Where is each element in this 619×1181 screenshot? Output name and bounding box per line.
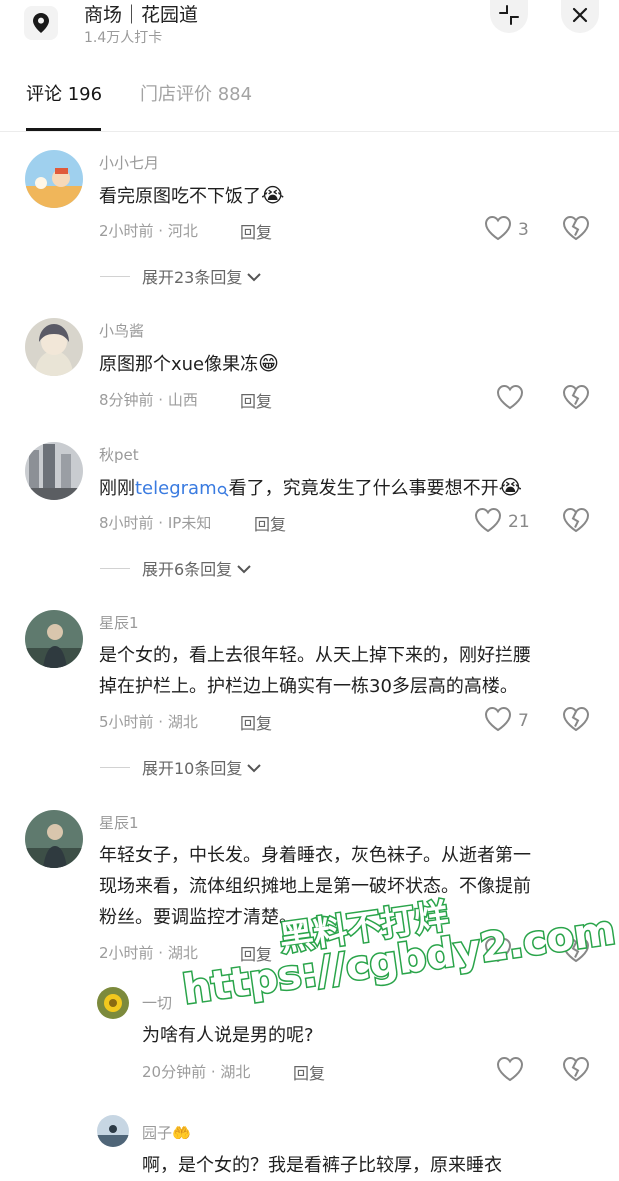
location-pin-icon[interactable] — [24, 6, 58, 40]
reply-username[interactable]: 一切 — [142, 992, 172, 1013]
avatar[interactable] — [25, 318, 83, 376]
like-button[interactable] — [496, 1056, 524, 1086]
comment-username[interactable]: 小小七月 — [99, 152, 159, 173]
like-button[interactable]: 21 — [474, 507, 530, 537]
tab-bar: 评论 196 门店评价 884 — [0, 68, 619, 132]
chevron-down-icon — [246, 758, 262, 777]
comment-item: 星辰1 是个女的，看上去很年轻。从天上掉下来的，刚好拦腰 掉在护栏上。护栏边上确… — [0, 608, 619, 788]
dislike-button[interactable] — [561, 1056, 591, 1086]
comment-text: 是个女的，看上去很年轻。从天上掉下来的，刚好拦腰 掉在护栏上。护栏边上确实有一栋… — [99, 645, 531, 697]
broken-heart-icon — [562, 1056, 590, 1086]
comment-username[interactable]: 小鸟酱 — [99, 320, 144, 341]
broken-heart-icon — [562, 215, 590, 245]
collapse-icon — [498, 4, 520, 30]
search-link-telegram[interactable]: telegram — [135, 478, 217, 499]
comment-username[interactable]: 秋pet — [99, 444, 139, 465]
search-icon[interactable] — [217, 476, 229, 507]
expand-replies-button[interactable]: 展开23条回复 — [100, 264, 262, 288]
crying-emoji: 😭 — [498, 475, 522, 499]
like-button[interactable]: 7 — [484, 706, 529, 736]
comment-time-location: 5小时前 · 湖北 — [99, 713, 198, 731]
like-count: 3 — [518, 220, 529, 240]
like-button[interactable]: 3 — [484, 215, 529, 245]
dislike-button[interactable] — [561, 215, 591, 245]
reply-item: 一切 为啥有人说是男的呢? 20分钟前 · 湖北 回复 — [0, 986, 619, 1096]
grinning-emoji: 😁 — [258, 351, 279, 375]
crying-emoji: 😭 — [261, 183, 285, 207]
broken-heart-icon — [562, 384, 590, 414]
avatar[interactable] — [25, 610, 83, 668]
chevron-down-icon — [236, 559, 252, 578]
expand-label: 展开23条回复 — [142, 268, 243, 287]
heart-icon — [496, 1056, 524, 1086]
comment-item: 秋pet 刚刚telegram 看了，究竟发生了什么事要想不开😭 8小时前 · I… — [0, 440, 619, 590]
hands-emoji: 🤲 — [172, 1124, 191, 1142]
reply-text: 啊，是个女的？我是看裤子比较厚，原来睡衣 — [142, 1155, 502, 1176]
reply-button[interactable]: 回复 — [240, 219, 272, 243]
comment-username[interactable]: 星辰1 — [99, 812, 139, 833]
reply-button[interactable]: 回复 — [254, 511, 286, 535]
divider-line — [100, 766, 130, 768]
broken-heart-icon — [562, 507, 590, 537]
reply-username[interactable]: 园子🤲 — [142, 1122, 191, 1143]
comment-item: 小鸟酱 原图那个xue像果冻😁 8分钟前 · 山西 回复 — [0, 316, 619, 426]
heart-icon — [484, 215, 512, 245]
comment-text: 看完原图吃不下饭了😭 — [99, 183, 285, 207]
comment-time-location: 8小时前 · IP未知 — [99, 514, 212, 532]
broken-heart-icon — [562, 706, 590, 736]
like-count: 7 — [518, 711, 529, 731]
close-icon — [571, 6, 589, 28]
chevron-down-icon — [246, 267, 262, 286]
tab-store-reviews[interactable]: 门店评价 884 — [140, 80, 252, 106]
divider-line — [100, 275, 130, 277]
reply-item: 园子🤲 啊，是个女的？我是看裤子比较厚，原来睡衣 — [0, 1114, 619, 1181]
comment-text: 原图那个xue像果冻😁 — [99, 351, 279, 375]
dislike-button[interactable] — [561, 384, 591, 414]
checkin-count: 1.4万人打卡 — [84, 30, 163, 46]
reply-time-location: 20分钟前 · 湖北 — [142, 1063, 251, 1081]
heart-icon — [474, 507, 502, 537]
like-button[interactable] — [496, 384, 524, 414]
reply-button[interactable]: 回复 — [240, 388, 272, 412]
reply-button[interactable]: 回复 — [293, 1060, 325, 1084]
expand-replies-button[interactable]: 展开10条回复 — [100, 755, 262, 779]
avatar[interactable] — [25, 810, 83, 868]
comment-time-location: 8分钟前 · 山西 — [99, 391, 198, 409]
avatar[interactable] — [25, 150, 83, 208]
avatar[interactable] — [97, 1115, 129, 1147]
comment-text: 刚刚telegram 看了，究竟发生了什么事要想不开😭 — [99, 472, 522, 507]
expand-label: 展开10条回复 — [142, 759, 243, 778]
avatar[interactable] — [97, 987, 129, 1019]
place-title[interactable]: 商场｜花园道 — [84, 0, 198, 27]
expand-label: 展开6条回复 — [142, 560, 233, 579]
comment-username[interactable]: 星辰1 — [99, 612, 139, 633]
reply-text: 为啥有人说是男的呢? — [142, 1025, 314, 1046]
like-count: 21 — [508, 512, 530, 532]
reply-button[interactable]: 回复 — [240, 710, 272, 734]
heart-icon — [484, 706, 512, 736]
avatar[interactable] — [25, 442, 83, 500]
comment-time-location: 2小时前 · 河北 — [99, 222, 198, 240]
expand-replies-button[interactable]: 展开6条回复 — [100, 556, 252, 580]
active-tab-indicator — [26, 128, 101, 131]
close-button[interactable] — [561, 0, 599, 33]
comment-item: 小小七月 看完原图吃不下饭了😭 2小时前 · 河北 回复 3 展开23条回复 — [0, 148, 619, 298]
comment-time-location: 2小时前 · 湖北 — [99, 944, 198, 962]
heart-icon — [496, 384, 524, 414]
tab-comments[interactable]: 评论 196 — [26, 80, 102, 106]
dislike-button[interactable] — [561, 507, 591, 537]
divider-line — [100, 567, 130, 569]
place-header: 商场｜花园道 1.4万人打卡 — [0, 0, 619, 55]
dislike-button[interactable] — [561, 706, 591, 736]
collapse-button[interactable] — [490, 0, 528, 33]
